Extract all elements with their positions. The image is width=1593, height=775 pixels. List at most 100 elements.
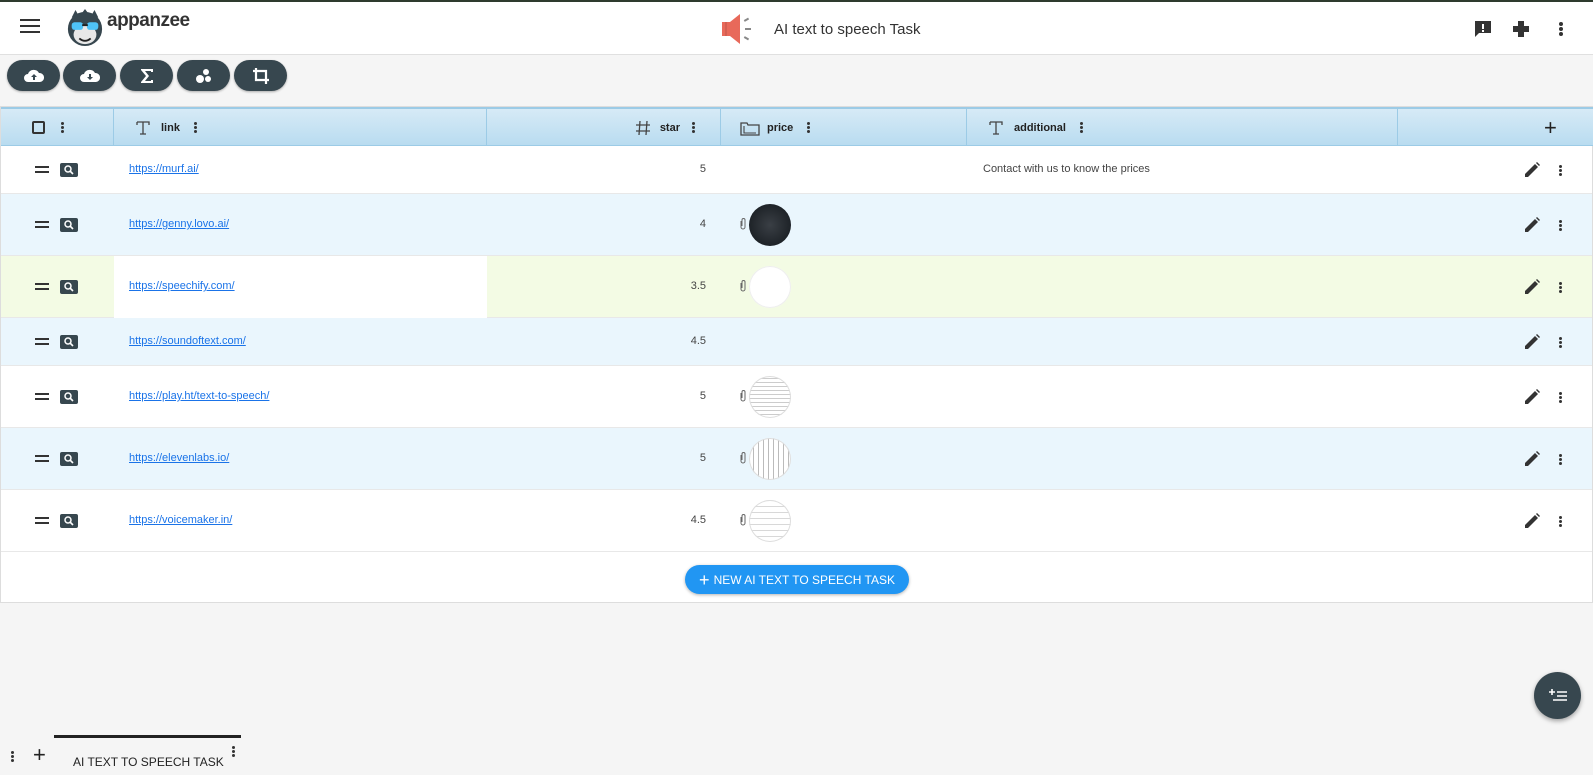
- drag-handle-icon[interactable]: [35, 221, 49, 228]
- drag-handle-icon[interactable]: [35, 283, 49, 290]
- link-column-menu-icon[interactable]: [193, 122, 197, 133]
- edit-icon[interactable]: [1523, 333, 1541, 351]
- text-type-icon: [989, 120, 1003, 135]
- header-additional[interactable]: additional: [967, 109, 1398, 146]
- search-icon[interactable]: [60, 163, 78, 177]
- table-row[interactable]: https://soundoftext.com/4.5: [1, 318, 1592, 366]
- search-icon[interactable]: [60, 514, 78, 528]
- row-link[interactable]: https://speechify.com/: [129, 280, 235, 292]
- edit-icon[interactable]: [1523, 512, 1541, 530]
- price-attachment-thumbnail[interactable]: [749, 500, 791, 542]
- star-column-menu-icon[interactable]: [692, 122, 695, 133]
- download-button[interactable]: [63, 60, 116, 91]
- monkey-logo-icon: [67, 9, 103, 47]
- table-row[interactable]: https://play.ht/text-to-speech/5: [1, 366, 1592, 428]
- search-icon[interactable]: [60, 335, 78, 349]
- header-link[interactable]: link: [114, 109, 487, 146]
- price-attachment-thumbnail[interactable]: [749, 376, 791, 418]
- logo[interactable]: appanzee: [66, 8, 190, 48]
- grid-header: link star price additional +: [1, 107, 1593, 146]
- bubble-chart-icon: [195, 68, 211, 83]
- crop-button[interactable]: [234, 60, 287, 91]
- search-icon[interactable]: [60, 390, 78, 404]
- row-link[interactable]: https://play.ht/text-to-speech/: [129, 390, 269, 402]
- tabs-menu-icon[interactable]: [11, 751, 14, 762]
- row-menu-icon[interactable]: [1559, 220, 1562, 231]
- row-link[interactable]: https://genny.lovo.ai/: [129, 218, 229, 230]
- feedback-icon[interactable]: [1472, 18, 1494, 40]
- edit-icon[interactable]: [1523, 216, 1541, 234]
- drag-handle-icon[interactable]: [35, 338, 49, 345]
- upload-button[interactable]: [7, 60, 60, 91]
- table-row[interactable]: https://elevenlabs.io/5: [1, 428, 1592, 490]
- price-attachment-thumbnail[interactable]: [749, 204, 791, 246]
- sheet-tabs: + AI TEXT TO SPEECH TASK: [0, 733, 1593, 775]
- sum-button[interactable]: [120, 60, 173, 91]
- data-grid: link star price additional + https://mur…: [0, 106, 1593, 603]
- row-star: 5: [699, 452, 706, 464]
- table-row[interactable]: https://speechify.com/3.5: [1, 256, 1592, 318]
- header-add-column-cell: +: [1398, 109, 1593, 146]
- row-star: 5: [699, 163, 706, 175]
- row-additional: Contact with us to know the prices: [983, 163, 1150, 175]
- search-icon[interactable]: [60, 452, 78, 466]
- drag-handle-icon[interactable]: [35, 517, 49, 524]
- add-tab-icon[interactable]: +: [33, 742, 46, 768]
- new-task-button[interactable]: + NEW AI TEXT TO SPEECH TASK: [685, 565, 909, 594]
- menu-icon[interactable]: [20, 19, 40, 35]
- tab-ai-text-to-speech[interactable]: AI TEXT TO SPEECH TASK: [54, 735, 241, 775]
- table-row[interactable]: https://genny.lovo.ai/4: [1, 194, 1592, 256]
- select-menu-icon[interactable]: [61, 122, 64, 133]
- row-link[interactable]: https://soundoftext.com/: [129, 335, 246, 347]
- edit-icon[interactable]: [1523, 450, 1541, 468]
- table-row[interactable]: https://murf.ai/5 Contact with us to know…: [1, 146, 1592, 194]
- row-menu-icon[interactable]: [1559, 392, 1562, 403]
- row-menu-icon[interactable]: [1559, 165, 1562, 176]
- edit-icon[interactable]: [1523, 278, 1541, 296]
- search-icon[interactable]: [60, 218, 78, 232]
- row-star: 4: [699, 218, 706, 230]
- row-menu-icon[interactable]: [1559, 282, 1562, 293]
- new-task-label: NEW AI TEXT TO SPEECH TASK: [713, 572, 895, 587]
- select-all-checkbox[interactable]: [32, 121, 45, 134]
- drag-handle-icon[interactable]: [35, 455, 49, 462]
- row-star: 4.5: [690, 514, 706, 526]
- add-list-fab[interactable]: [1534, 672, 1581, 719]
- price-attachment-thumbnail[interactable]: [749, 438, 791, 480]
- tab-label: AI TEXT TO SPEECH TASK: [73, 755, 224, 769]
- cloud-upload-icon: [23, 69, 44, 82]
- text-type-icon: [136, 120, 150, 135]
- row-link[interactable]: https://elevenlabs.io/: [129, 452, 229, 464]
- table-row[interactable]: https://voicemaker.in/4.5: [1, 490, 1592, 552]
- edit-icon[interactable]: [1523, 388, 1541, 406]
- bubbles-button[interactable]: [177, 60, 230, 91]
- paperclip-icon: [740, 280, 746, 292]
- row-star: 4.5: [690, 335, 706, 347]
- tab-menu-icon[interactable]: [232, 746, 235, 757]
- header-price-label: price: [767, 121, 794, 134]
- header-link-label: link: [161, 121, 180, 134]
- row-link[interactable]: https://voicemaker.in/: [129, 514, 232, 526]
- header-star[interactable]: star: [487, 109, 721, 146]
- price-attachment-thumbnail[interactable]: [749, 266, 791, 308]
- title-area: AI text to speech Task: [720, 12, 920, 46]
- more-vert-icon[interactable]: [1549, 18, 1571, 40]
- additional-column-menu-icon[interactable]: [1079, 122, 1083, 133]
- drag-handle-icon[interactable]: [35, 393, 49, 400]
- speaker-icon: [722, 14, 751, 44]
- row-menu-icon[interactable]: [1559, 337, 1562, 348]
- search-icon[interactable]: [60, 280, 78, 294]
- crop-icon: [252, 67, 269, 84]
- drag-handle-icon[interactable]: [35, 166, 49, 173]
- add-column-icon[interactable]: +: [1544, 115, 1557, 141]
- paperclip-icon: [740, 514, 746, 526]
- header-price[interactable]: price: [721, 109, 967, 146]
- app-header: appanzee AI text to speech Task: [0, 2, 1593, 55]
- price-column-menu-icon[interactable]: [807, 122, 811, 133]
- row-link[interactable]: https://murf.ai/: [129, 163, 199, 175]
- row-star: 3.5: [690, 280, 706, 292]
- row-menu-icon[interactable]: [1559, 454, 1562, 465]
- gamepad-icon[interactable]: [1510, 18, 1532, 40]
- edit-icon[interactable]: [1523, 161, 1541, 179]
- row-menu-icon[interactable]: [1559, 516, 1562, 527]
